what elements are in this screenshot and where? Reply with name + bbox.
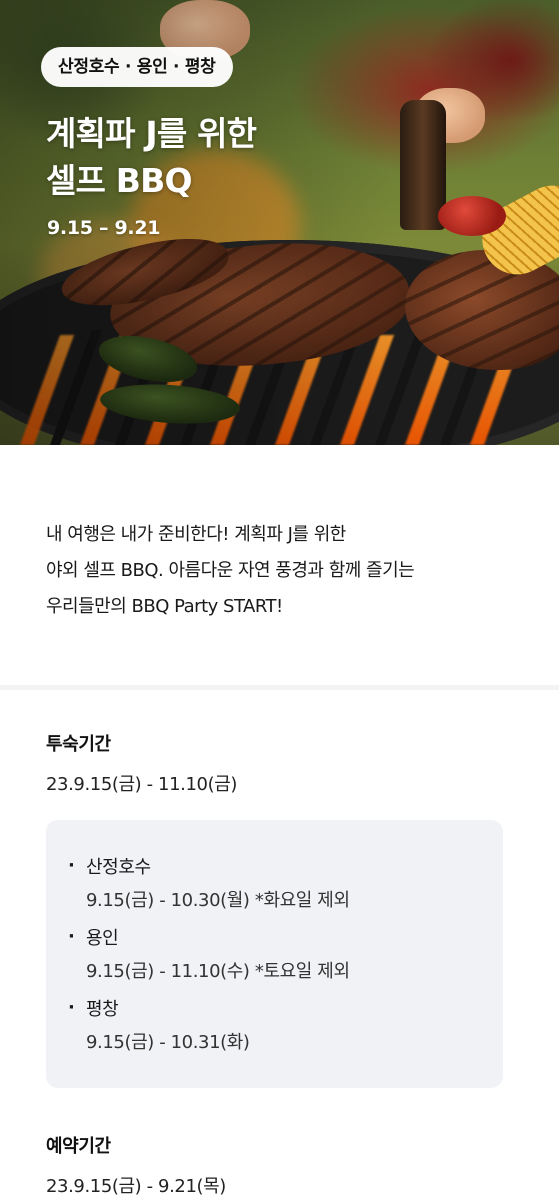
location-dates: 9.15(금) - 10.30(월) *화요일 제외 xyxy=(86,890,350,911)
location-name: 용인 xyxy=(86,927,119,949)
intro-line-2: 야외 셀프 BBQ. 아름다운 자연 풍경과 함께 즐기는 xyxy=(46,560,415,581)
bullet-icon: · xyxy=(68,855,75,876)
page-title: 계획파 J를 위한 셀프 BBQ xyxy=(46,110,406,204)
location-item: · 용인 xyxy=(68,919,503,954)
location-name: 평창 xyxy=(86,998,119,1020)
location-dates: 9.15(금) - 11.10(수) *토요일 제외 xyxy=(86,961,350,982)
intro-line-3: 우리들만의 BBQ Party START! xyxy=(46,596,283,617)
location-chip: 산정호수 · 용인 · 평창 xyxy=(41,47,233,87)
location-item: · 평창 xyxy=(68,990,503,1025)
stay-period-heading: 투숙기간 xyxy=(46,734,111,755)
location-item: · 산정호수 xyxy=(68,848,503,883)
location-schedule-box: · 산정호수 9.15(금) - 10.30(월) *화요일 제외 · 용인 9… xyxy=(46,820,503,1088)
intro-line-1: 내 여행은 내가 준비한다! 계획파 J를 위한 xyxy=(46,524,346,545)
location-name: 산정호수 xyxy=(86,856,151,878)
stay-period-value: 23.9.15(금) - 11.10(금) xyxy=(46,774,237,795)
bullet-icon: · xyxy=(68,997,75,1018)
location-dates: 9.15(금) - 10.31(화) xyxy=(86,1032,250,1053)
hero-banner: 산정호수 · 용인 · 평창 계획파 J를 위한 셀프 BBQ 9.15 – 9… xyxy=(0,0,559,445)
booking-period-heading: 예약기간 xyxy=(46,1136,111,1157)
stay-period-block: 투숙기간 23.9.15(금) - 11.10(금) · 산정호수 9.15(금… xyxy=(46,730,513,1088)
info-section: 투숙기간 23.9.15(금) - 11.10(금) · 산정호수 9.15(금… xyxy=(0,690,559,1198)
booking-period-value: 23.9.15(금) - 9.21(목) xyxy=(46,1176,226,1197)
booking-period-block: 예약기간 23.9.15(금) - 9.21(목) xyxy=(46,1132,513,1198)
intro-text: 내 여행은 내가 준비한다! 계획파 J를 위한 야외 셀프 BBQ. 아름다운… xyxy=(46,517,513,625)
event-date: 9.15 – 9.21 xyxy=(47,217,161,239)
bullet-icon: · xyxy=(68,926,75,947)
title-line-2: 셀프 BBQ xyxy=(46,161,193,200)
intro-section: 내 여행은 내가 준비한다! 계획파 J를 위한 야외 셀프 BBQ. 아름다운… xyxy=(0,445,559,685)
title-line-1: 계획파 J를 위한 xyxy=(46,114,257,153)
